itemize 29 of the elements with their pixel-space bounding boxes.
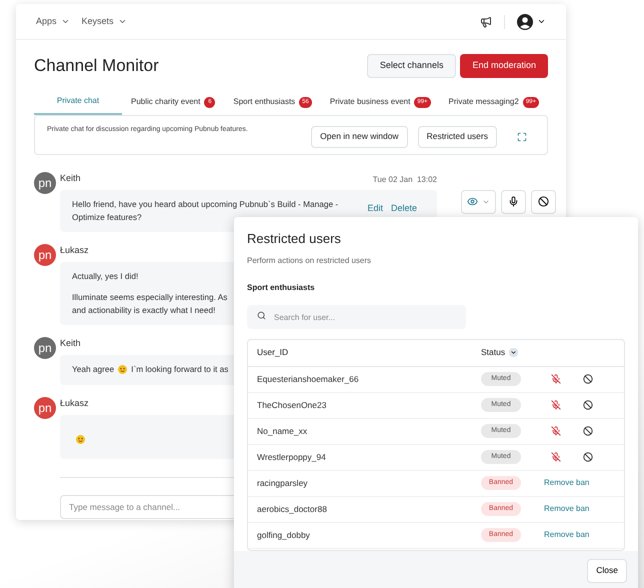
author-name: Keith bbox=[60, 172, 81, 185]
message-time: Tue 02 Jan 13:02 bbox=[372, 174, 437, 186]
user-id-cell-text: Wrestlerpoppy_94 bbox=[257, 450, 327, 464]
message-text: Illuminate seems especially interesting. As bbox=[72, 290, 228, 304]
user-id-cell-text: golfing_dobby bbox=[257, 528, 311, 542]
dialog-subtitle: Perform actions on restricted users bbox=[247, 254, 372, 266]
channel-name: Sport enthusiasts bbox=[247, 282, 316, 294]
message-text: Actually, yes I did! bbox=[72, 270, 138, 282]
column-header: User_ID bbox=[257, 346, 290, 359]
avatar: pn bbox=[34, 172, 56, 194]
dialog-title: Restricted users bbox=[247, 230, 342, 248]
user-id-cell-text: aerobics_doctor88 bbox=[257, 502, 328, 516]
author-name: Łukasz bbox=[60, 397, 89, 410]
avatar: pn bbox=[34, 396, 56, 418]
message-text: I`m looking forward to it as bbox=[131, 362, 228, 376]
message-text: Optimize features? bbox=[72, 210, 142, 224]
avatar: pn bbox=[34, 244, 56, 266]
author-name: Łukasz bbox=[60, 244, 89, 257]
user-id-cell-text: racingparsley bbox=[257, 476, 309, 490]
message-text: and actionability is exactly what I need! bbox=[72, 304, 216, 316]
author-name: Keith bbox=[60, 337, 81, 350]
user-id-cell-text: TheChosenOne23 bbox=[257, 398, 328, 412]
user-id-cell-text: Equesterianshoemaker_66 bbox=[257, 372, 360, 386]
message-text: Yeah agree bbox=[72, 362, 114, 376]
avatar: pn bbox=[34, 336, 56, 358]
page-title: Channel Monitor bbox=[34, 55, 159, 77]
column-header: Status bbox=[481, 346, 506, 359]
user-id-cell-text: No_name_xx bbox=[257, 424, 308, 438]
message-text: Hello friend, have you heard about upcoming Pubnub`s Build - Manage - bbox=[72, 198, 338, 210]
